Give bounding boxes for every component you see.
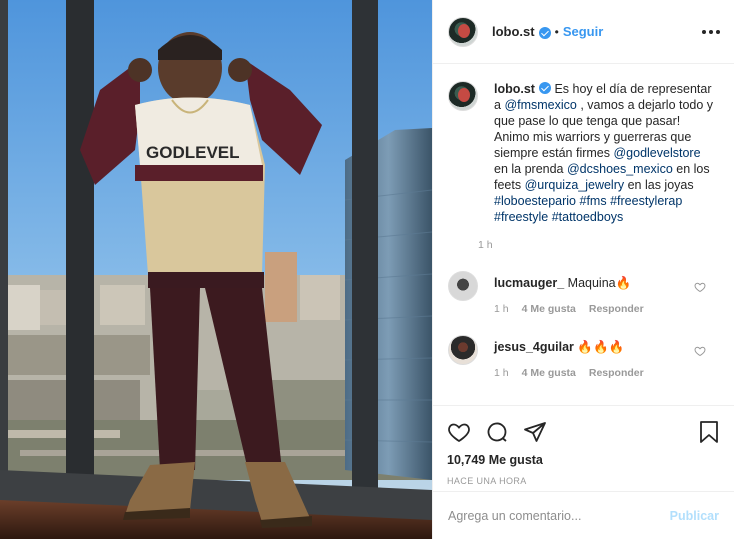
caption-text: lobo.st Es hoy el día de representar a @… xyxy=(494,81,716,225)
hoodie-logo: GODLEVEL xyxy=(146,143,240,162)
share-paper-plane-icon[interactable] xyxy=(523,420,547,444)
hashtag-link[interactable]: #loboestepario xyxy=(494,194,576,208)
caption-time[interactable]: 1 h xyxy=(478,239,493,251)
hashtag-link[interactable]: #tattoedboys xyxy=(552,210,624,224)
caption-text-part: en las joyas xyxy=(624,178,694,192)
comment-time[interactable]: 1 h xyxy=(494,303,509,315)
header-separator: • xyxy=(554,24,559,39)
author-username[interactable]: lobo.st xyxy=(492,24,535,39)
photo-scene: GODLEVEL xyxy=(0,0,432,539)
more-options-icon[interactable] xyxy=(702,24,720,40)
follow-button[interactable]: Seguir xyxy=(563,24,603,39)
comment-time[interactable]: 1 h xyxy=(494,367,509,379)
hashtag-link[interactable]: #freestylerap xyxy=(610,194,682,208)
caption-username[interactable]: lobo.st xyxy=(494,82,535,96)
author-avatar[interactable] xyxy=(448,16,478,47)
post-timestamp[interactable]: HACE UNA HORA xyxy=(447,476,720,486)
comment-likes-count[interactable]: 4 Me gusta xyxy=(522,367,576,379)
caption-author-avatar[interactable] xyxy=(448,81,478,111)
mention-link[interactable]: @godlevelstore xyxy=(613,146,700,160)
hashtag-link[interactable]: #freestyle xyxy=(494,210,548,224)
comment-input[interactable] xyxy=(448,508,670,523)
caption-text-part: en la prenda xyxy=(494,162,567,176)
commenter-avatar[interactable] xyxy=(448,271,478,301)
mention-link[interactable]: @urquiza_jewelry xyxy=(525,178,625,192)
comment-likes-count[interactable]: 4 Me gusta xyxy=(522,303,576,315)
comment-item: jesus_4guilar 🔥🔥🔥 1 h 4 Me gusta Responder xyxy=(448,335,718,379)
post-photo[interactable]: GODLEVEL xyxy=(0,0,432,539)
save-bookmark-icon[interactable] xyxy=(698,420,720,444)
mention-link[interactable]: @fmsmexico xyxy=(504,98,576,112)
add-comment-bar: Publicar xyxy=(433,491,734,539)
caption-meta: 1 h xyxy=(478,239,716,251)
commenter-username[interactable]: jesus_4guilar xyxy=(494,340,574,354)
commenter-username[interactable]: lucmauger_ xyxy=(494,276,564,290)
like-heart-icon[interactable] xyxy=(447,420,471,444)
post-header: lobo.st • Seguir xyxy=(433,0,734,64)
commenter-avatar[interactable] xyxy=(448,335,478,365)
hashtag-link[interactable]: #fms xyxy=(580,194,607,208)
comment-text: 🔥🔥🔥 xyxy=(577,340,625,354)
verified-badge-icon xyxy=(538,26,551,39)
comment-like-heart-icon[interactable] xyxy=(694,345,706,360)
post-caption: lobo.st Es hoy el día de representar a @… xyxy=(448,81,718,251)
comment-item: lucmauger_ Maquina🔥 1 h 4 Me gusta Respond… xyxy=(448,271,718,315)
comment-text: Maquina🔥 xyxy=(567,276,632,290)
mention-link[interactable]: @dcshoes_mexico xyxy=(567,162,673,176)
publish-button[interactable]: Publicar xyxy=(670,509,719,523)
comment-like-heart-icon[interactable] xyxy=(694,281,706,296)
likes-count[interactable]: 10,749 Me gusta xyxy=(447,453,720,467)
caption-verified-badge-icon xyxy=(538,82,551,94)
post-actions: 10,749 Me gusta HACE UNA HORA xyxy=(433,405,734,486)
reply-button[interactable]: Responder xyxy=(589,303,644,315)
comments-section[interactable]: lobo.st Es hoy el día de representar a @… xyxy=(433,65,734,405)
action-icons-row xyxy=(447,414,720,450)
comment-bubble-icon[interactable] xyxy=(485,420,509,444)
reply-button[interactable]: Responder xyxy=(589,367,644,379)
post-side-panel: lobo.st • Seguir lobo.st Es hoy el día d… xyxy=(432,0,734,539)
